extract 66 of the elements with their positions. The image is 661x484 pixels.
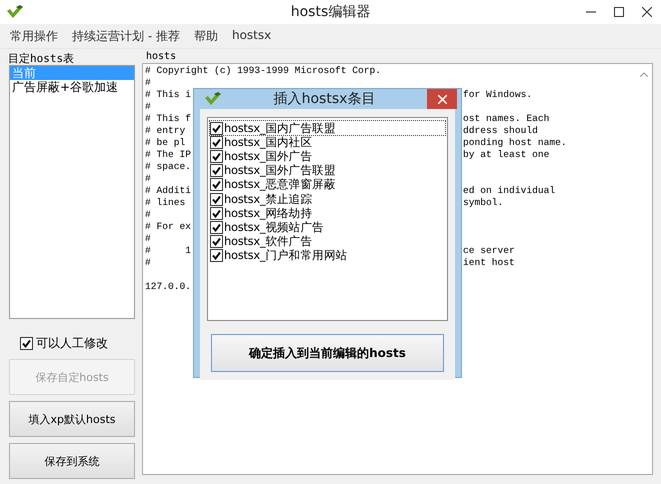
editor-label: hosts — [145, 51, 178, 63]
text-line: # — [145, 209, 151, 220]
checkbox[interactable] — [210, 192, 223, 206]
checkbox[interactable] — [210, 249, 223, 262]
scroll-up-icon[interactable] — [640, 72, 648, 77]
action-button[interactable]: 保存到系统 — [9, 443, 135, 479]
checkbox[interactable] — [210, 122, 223, 135]
list-item-label: hostsx_门户和常用网站 — [224, 248, 348, 264]
text-line: ed on individual — [463, 185, 556, 197]
text-line: # Additi — [145, 185, 192, 196]
text-line: # be pl — [145, 137, 186, 148]
text-line: # — [145, 173, 151, 184]
list-item-label: hostsx_软件广告 — [224, 234, 312, 249]
text-line: # For ex — [145, 221, 192, 232]
text-line: ce server — [463, 245, 515, 257]
menu-item[interactable]: 帮助 — [194, 28, 218, 44]
list-item-label: hostsx_网络劫持 — [224, 206, 312, 221]
list-item-label: hostsx_国外广告 — [224, 148, 312, 164]
close-button[interactable] — [427, 89, 457, 109]
dialog-title: 插入hostsx条目 — [274, 90, 376, 108]
group-label: 目定hosts表 — [8, 51, 76, 65]
text-line: # 1 — [145, 245, 192, 256]
text-line: ponding host name. — [463, 137, 567, 149]
text-line: # Copyright (c) 1993-1999 Microsoft Corp. — [145, 65, 382, 76]
confirm-button[interactable]: 确定插入到当前编辑的hosts — [211, 334, 444, 372]
text-line: ost names. Each — [463, 113, 550, 125]
text-line: # — [145, 101, 151, 112]
text-line: # — [145, 77, 151, 88]
list-item-label: hostsx_国外广告联盟 — [224, 163, 336, 178]
checkbox[interactable] — [210, 164, 223, 178]
checkbox[interactable] — [210, 136, 223, 149]
list-item-label: hostsx_恶意弹窗屏蔽 — [224, 177, 336, 192]
checkbox[interactable] — [210, 178, 223, 192]
app-logo-icon — [6, 5, 24, 19]
list-item-label: hostsx_禁止追踪 — [224, 192, 312, 207]
list-item-label: hostsx_国内广告联盟 — [224, 120, 336, 136]
text-line: # This i — [145, 89, 192, 100]
checkbox[interactable] — [210, 220, 223, 234]
window-title: hosts编辑器 — [290, 3, 370, 21]
text-line: # lines — [145, 197, 186, 208]
list-item-label: hostsx_国内社区 — [224, 134, 312, 150]
text-line: ient host — [463, 257, 515, 269]
checkbox[interactable] — [210, 150, 223, 163]
menu-item[interactable]: 持续运营计划 - 推荐 — [72, 28, 180, 44]
checkbox[interactable] — [210, 235, 223, 248]
text-line: # entry — [145, 125, 186, 136]
text-line: # This f — [145, 113, 192, 124]
checkbox[interactable] — [210, 206, 223, 220]
checkbox-label: 可以人工修改 — [36, 335, 108, 352]
close-icon — [438, 94, 446, 104]
text-line: by at least one — [463, 149, 550, 161]
text-line: # — [145, 257, 151, 268]
text-line: # — [145, 233, 151, 244]
text-line: 127.0.0. — [145, 281, 192, 292]
menu-item[interactable]: hostsx — [232, 28, 272, 44]
text-line: # space. — [145, 161, 192, 172]
action-button[interactable]: 填入xp默认hosts — [9, 401, 135, 437]
list-item[interactable]: 广告屏蔽+谷歌加速 — [10, 80, 134, 94]
list-item-label: hostsx_视频站广告 — [224, 220, 324, 235]
text-line: for Windows. — [463, 89, 532, 101]
text-line: symbol. — [463, 197, 504, 209]
checkbox[interactable] — [20, 337, 33, 350]
menu-item[interactable]: 常用操作 — [10, 28, 58, 44]
text-line: ddress should — [463, 125, 538, 137]
text-line: # The IP — [145, 149, 192, 160]
dialog-logo-icon — [204, 92, 222, 106]
